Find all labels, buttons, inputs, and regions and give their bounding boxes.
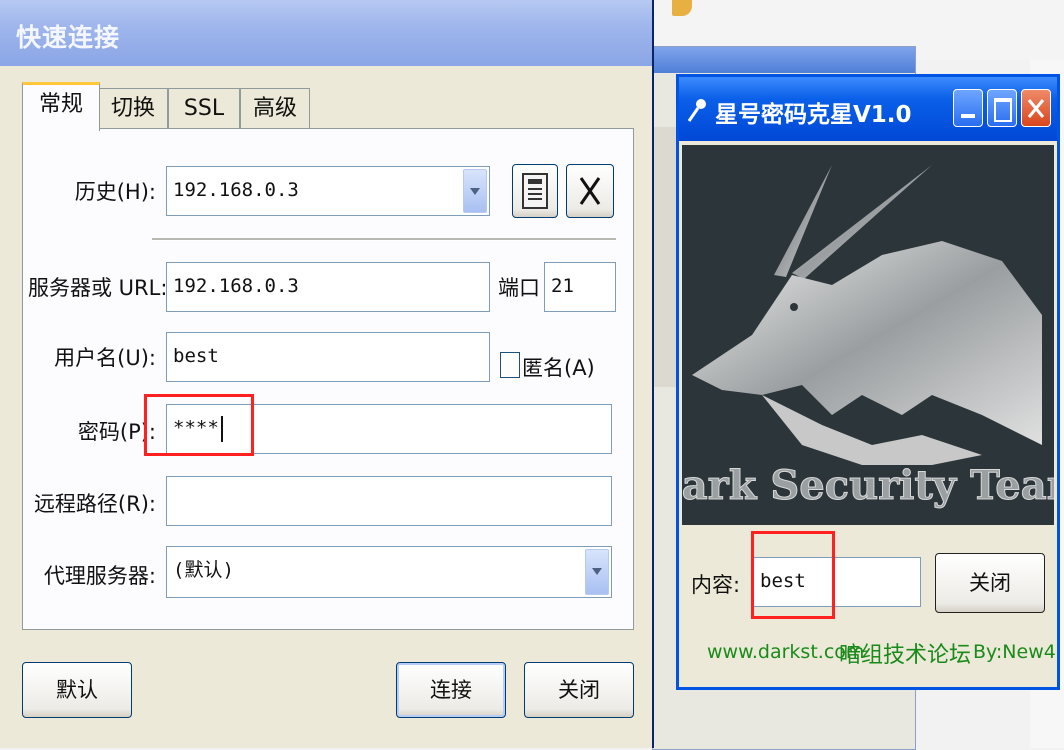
server-input[interactable]: 192.168.0.3 — [166, 262, 490, 312]
remote-path-label: 远程路径(R): — [33, 492, 156, 516]
username-input[interactable]: best — [166, 332, 490, 382]
anonymous-label[interactable]: 匿名(A) — [522, 352, 595, 382]
separator — [152, 238, 616, 241]
username-value: best — [173, 345, 219, 367]
chevron-down-icon[interactable] — [585, 549, 609, 595]
port-label: 端口 — [498, 276, 540, 300]
address-book-icon — [522, 173, 548, 209]
cracker-close-button[interactable]: 关闭 — [935, 553, 1045, 613]
quick-connect-title-bar[interactable]: 快速连接 — [0, 0, 652, 66]
username-label: 用户名(U): — [54, 346, 156, 370]
content-highlight — [751, 531, 835, 619]
content-label: 内容: — [691, 573, 741, 597]
quick-connect-dialog: 快速连接 常规 切换 SSL 高级 历史(H): 192.168.0.3 服务器… — [0, 0, 654, 748]
maximize-button[interactable] — [987, 89, 1017, 127]
banner-text: Dark Security Team — [682, 462, 1054, 509]
cracker-title: 星号密码克星V1.0 — [715, 102, 912, 128]
minimize-icon — [961, 114, 975, 118]
proxy-dropdown[interactable]: (默认) — [166, 546, 612, 598]
tab-general[interactable]: 常规 — [22, 82, 100, 131]
close-button[interactable]: 关闭 — [524, 662, 634, 718]
port-value: 21 — [551, 275, 574, 297]
cracker-window: 星号密码克星V1.0 ark Security Tea 内容: best 关闭 … — [676, 74, 1060, 690]
footer-forum: 暗组技术论坛 — [839, 643, 972, 668]
footer-by: By:New4 — [973, 641, 1056, 663]
maximize-icon — [994, 98, 1012, 122]
server-value: 192.168.0.3 — [173, 275, 299, 297]
chevron-down-icon[interactable] — [463, 169, 487, 213]
remote-path-input[interactable] — [166, 476, 612, 526]
anonymous-checkbox[interactable] — [500, 352, 520, 378]
port-input[interactable]: 21 — [544, 262, 616, 312]
proxy-value: (默认) — [173, 559, 234, 581]
default-button[interactable]: 默认 — [22, 662, 132, 718]
tab-ssl[interactable]: SSL — [168, 88, 240, 129]
address-book-button[interactable] — [512, 164, 558, 218]
connect-button[interactable]: 连接 — [396, 662, 506, 718]
server-label: 服务器或 URL: — [28, 276, 168, 300]
history-label: 历史(H): — [74, 180, 156, 204]
history-value: 192.168.0.3 — [173, 179, 299, 201]
history-dropdown[interactable]: 192.168.0.3 — [166, 166, 490, 216]
quick-connect-title: 快速连接 — [16, 23, 121, 52]
key-icon — [687, 99, 706, 122]
minimize-button[interactable] — [953, 89, 983, 127]
password-highlight — [144, 394, 254, 456]
cracker-title-bar[interactable]: 星号密码克星V1.0 — [679, 77, 1057, 141]
clear-history-button[interactable] — [566, 164, 614, 218]
dark-security-banner: Dark Security Team — [682, 145, 1054, 525]
close-icon — [579, 177, 601, 205]
password-label: 密码(P): — [77, 420, 156, 444]
tab-switch[interactable]: 切换 — [98, 88, 168, 129]
dragon-logo: Dark Security Team — [682, 165, 1054, 510]
tab-advanced[interactable]: 高级 — [240, 88, 310, 129]
window-close-button[interactable] — [1021, 89, 1051, 127]
proxy-label: 代理服务器: — [43, 564, 156, 588]
close-icon — [1027, 99, 1045, 118]
